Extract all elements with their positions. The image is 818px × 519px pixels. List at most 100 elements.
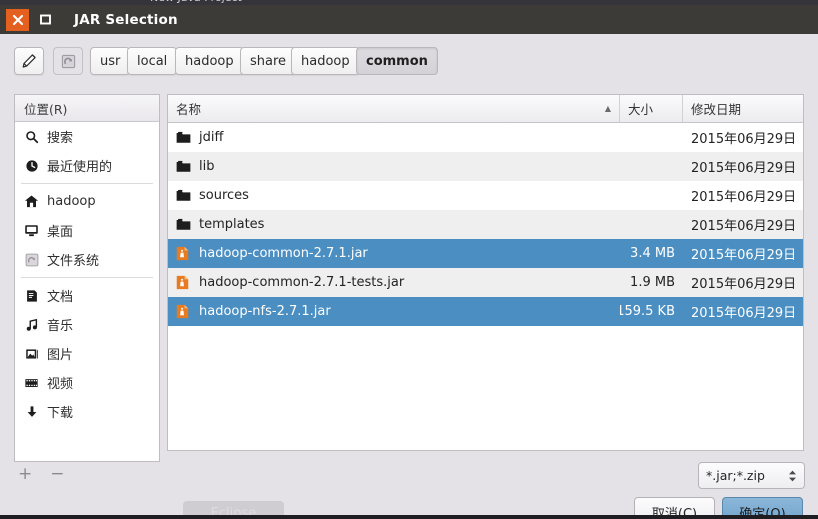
file-name-cell: hadoop-nfs-2.7.1.jar — [168, 297, 620, 326]
table-row[interactable]: jdiff 2015年06月29日 — [168, 123, 803, 152]
table-row[interactable]: lib 2015年06月29日 — [168, 152, 803, 181]
path-toolbar: usr local hadoop share hadoop common — [0, 34, 818, 86]
jar-selection-dialog: usr local hadoop share hadoop common 位置(… — [0, 34, 818, 519]
file-name-label: hadoop-common-2.7.1.jar — [199, 246, 368, 261]
clock-icon — [23, 159, 40, 173]
file-date-cell: 2015年06月29日 — [683, 210, 803, 239]
file-type-filter-value: *.jar;*.zip — [706, 468, 765, 483]
file-name-cell: sources — [168, 181, 620, 210]
sidebar-divider — [21, 183, 153, 184]
sidebar-item-label: 最近使用的 — [47, 156, 112, 175]
sidebar-item-label: 图片 — [47, 344, 73, 363]
sidebar-item-recent[interactable]: 最近使用的 — [15, 151, 159, 180]
jar-file-icon — [176, 275, 192, 290]
file-date-cell: 2015年06月29日 — [683, 152, 803, 181]
remove-place-button[interactable]: − — [50, 466, 64, 483]
table-row[interactable]: templates 2015年06月29日 — [168, 210, 803, 239]
file-name-cell: jdiff — [168, 123, 620, 152]
sidebar-item-label: 桌面 — [47, 221, 73, 240]
file-date-cell: 2015年06月29日 — [683, 239, 803, 268]
breadcrumb-local[interactable]: local — [127, 47, 177, 75]
sidebar-item-home[interactable]: hadoop — [15, 187, 159, 216]
videos-icon — [23, 376, 40, 390]
sidebar-item-videos[interactable]: 视频 — [15, 368, 159, 397]
file-size-cell: 1.9 MB — [620, 268, 683, 297]
breadcrumb-hadoop-1[interactable]: hadoop — [175, 47, 244, 75]
filesystem-root-button[interactable] — [53, 47, 83, 75]
maximize-button[interactable] — [34, 9, 57, 31]
sidebar-item-filesystem[interactable]: 文件系统 — [15, 245, 159, 274]
table-row[interactable]: sources 2015年06月29日 — [168, 181, 803, 210]
file-size-cell — [620, 181, 683, 210]
search-icon — [23, 130, 40, 144]
table-row[interactable]: hadoop-common-2.7.1.jar 3.4 MB 2015年06月2… — [168, 239, 803, 268]
file-name-label: hadoop-nfs-2.7.1.jar — [199, 304, 331, 319]
file-name-label: sources — [199, 188, 249, 203]
file-name-label: lib — [199, 159, 214, 174]
sort-ascending-icon: ▲ — [605, 104, 611, 113]
places-sidebar: 位置(R) 搜索 最近使用的 hadoop — [14, 94, 160, 462]
location-entry-toggle-button[interactable] — [14, 47, 44, 75]
file-size-cell — [620, 210, 683, 239]
file-name-label: templates — [199, 217, 264, 232]
breadcrumb-common[interactable]: common — [356, 47, 438, 75]
column-header-name-label: 名称 — [176, 99, 201, 118]
window-title: JAR Selection — [74, 12, 178, 28]
sidebar-item-desktop[interactable]: 桌面 — [15, 216, 159, 245]
screen: New Java Project JAR Selection — [0, 0, 818, 519]
file-date-cell: 2015年06月29日 — [683, 181, 803, 210]
pencil-icon — [21, 53, 37, 69]
file-list: 名称 ▲ 大小 修改日期 jdiff 2015年06月29日 — [167, 94, 804, 451]
close-button[interactable] — [6, 9, 29, 31]
file-name-cell: templates — [168, 210, 620, 239]
file-size-cell — [620, 123, 683, 152]
file-name-cell: hadoop-common-2.7.1-tests.jar — [168, 268, 620, 297]
sidebar-item-label: 文件系统 — [47, 250, 99, 269]
background-window-title: New Java Project — [150, 0, 242, 4]
pictures-icon — [23, 347, 40, 361]
table-row[interactable]: hadoop-common-2.7.1-tests.jar 1.9 MB 201… — [168, 268, 803, 297]
column-header-date[interactable]: 修改日期 — [683, 95, 803, 122]
table-row[interactable]: hadoop-nfs-2.7.1.jar 159.5 KB 2015年06月29… — [168, 297, 803, 326]
sidebar-item-downloads[interactable]: 下载 — [15, 397, 159, 426]
add-place-button[interactable]: + — [18, 466, 32, 483]
sidebar-item-pictures[interactable]: 图片 — [15, 339, 159, 368]
column-header-size[interactable]: 大小 — [620, 95, 683, 122]
breadcrumb-hadoop-2[interactable]: hadoop — [291, 47, 360, 75]
sidebar-item-music[interactable]: 音乐 — [15, 310, 159, 339]
sidebar-item-label: hadoop — [47, 194, 96, 209]
sidebar-item-search[interactable]: 搜索 — [15, 122, 159, 151]
sidebar-divider — [21, 277, 153, 278]
file-type-filter-combo[interactable]: *.jar;*.zip — [698, 462, 805, 489]
jar-file-icon — [176, 304, 192, 319]
sidebar-item-label: 音乐 — [47, 315, 73, 334]
file-name-label: hadoop-common-2.7.1-tests.jar — [199, 275, 404, 290]
file-name-cell: hadoop-common-2.7.1.jar — [168, 239, 620, 268]
folder-icon — [176, 131, 192, 144]
breadcrumb-share[interactable]: share — [240, 47, 296, 75]
sidebar-item-label: 下载 — [47, 402, 73, 421]
title-bar: JAR Selection — [0, 5, 818, 34]
file-size-cell — [620, 152, 683, 181]
folder-icon — [176, 160, 192, 173]
screen-bottom-edge — [0, 515, 818, 519]
column-header-name[interactable]: 名称 ▲ — [168, 95, 620, 122]
sidebar-item-label: 视频 — [47, 373, 73, 392]
sidebar-item-label: 搜索 — [47, 127, 73, 146]
breadcrumb-label: local — [137, 54, 167, 69]
file-date-cell: 2015年06月29日 — [683, 123, 803, 152]
file-size-cell: 159.5 KB — [620, 297, 683, 326]
file-name-label: jdiff — [199, 130, 223, 145]
jar-file-icon — [176, 246, 192, 261]
breadcrumb-label: usr — [100, 54, 120, 69]
spinner-arrows-icon — [788, 470, 797, 482]
music-icon — [23, 318, 40, 332]
sidebar-item-documents[interactable]: 文档 — [15, 281, 159, 310]
filesystem-icon — [23, 253, 40, 267]
breadcrumb-usr[interactable]: usr — [90, 47, 130, 75]
home-icon — [23, 194, 40, 209]
folder-icon — [176, 218, 192, 231]
file-list-body: jdiff 2015年06月29日 lib 2015年06月29日 — [168, 123, 803, 450]
filesystem-icon — [61, 54, 76, 69]
desktop-icon — [23, 223, 40, 238]
